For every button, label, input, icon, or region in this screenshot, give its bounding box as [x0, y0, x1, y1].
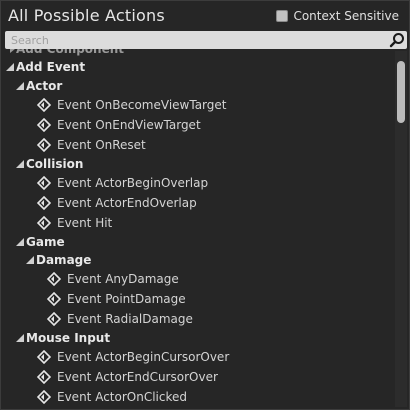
- scrollbar-thumb[interactable]: [397, 61, 405, 123]
- menu-header: All Possible Actions Context Sensitive: [1, 1, 409, 31]
- tree-category-label: Collision: [26, 157, 84, 171]
- menu-title: All Possible Actions: [8, 6, 165, 25]
- tree-category-label: Add Event: [16, 60, 86, 74]
- event-node-icon: [47, 292, 61, 306]
- tree-category-game[interactable]: Game: [1, 232, 393, 252]
- event-node-icon: [37, 138, 51, 152]
- tree-category-mouse-input[interactable]: Mouse Input: [1, 328, 393, 348]
- tree-item-label: Event ActorBeginOverlap: [57, 176, 209, 190]
- triangle-expanded-icon: [16, 334, 24, 342]
- tree-category-label: Actor: [26, 79, 63, 93]
- tree-item-label: Event Hit: [57, 216, 113, 230]
- tree-category-actor[interactable]: Actor: [1, 76, 393, 96]
- search-input[interactable]: [5, 31, 385, 49]
- tree-item-label: Event ActorEndCursorOver: [57, 370, 218, 384]
- tree-item-event[interactable]: Event RadialDamage: [1, 309, 393, 329]
- tree-item-event[interactable]: Event OnEndViewTarget: [1, 115, 393, 135]
- tree-category-damage[interactable]: Damage: [1, 250, 393, 270]
- collapsed-triangle-icon: [10, 49, 15, 53]
- tree-category-label: Damage: [36, 253, 92, 267]
- tree-item-event[interactable]: Event AnyDamage: [1, 269, 393, 289]
- tree-item-event[interactable]: Event ActorEndOverlap: [1, 193, 393, 213]
- tree-item-label: Event ActorEndOverlap: [57, 196, 197, 210]
- tree-item-event[interactable]: Event ActorBeginOverlap: [1, 173, 393, 193]
- tree-category-collision[interactable]: Collision: [1, 154, 393, 174]
- tree-item-label: Event OnEndViewTarget: [57, 118, 201, 132]
- event-node-icon: [47, 272, 61, 286]
- action-menu-panel: All Possible Actions Context Sensitive A…: [0, 0, 410, 410]
- event-node-icon: [37, 350, 51, 364]
- tree-item-label: Event AnyDamage: [67, 272, 179, 286]
- tree-category-add-event[interactable]: Add Event: [1, 57, 393, 77]
- tree-category-label: Game: [26, 235, 65, 249]
- event-node-icon: [37, 176, 51, 190]
- event-node-icon: [47, 312, 61, 326]
- event-node-icon: [37, 370, 51, 384]
- tree-item-event[interactable]: Event PointDamage: [1, 289, 393, 309]
- search-icon[interactable]: [389, 32, 405, 48]
- tree-item-label: Event RadialDamage: [67, 312, 193, 326]
- triangle-expanded-icon: [6, 63, 14, 71]
- context-sensitive-checkbox[interactable]: [276, 10, 289, 22]
- context-sensitive-toggle[interactable]: Context Sensitive: [276, 8, 399, 24]
- vertical-scrollbar[interactable]: [395, 51, 407, 407]
- event-node-icon: [37, 118, 51, 132]
- context-sensitive-label: Context Sensitive: [293, 9, 399, 23]
- tree-item-event[interactable]: Event Hit: [1, 213, 393, 233]
- event-node-icon: [37, 196, 51, 210]
- tree-item-label: Event PointDamage: [67, 292, 186, 306]
- triangle-expanded-icon: [16, 160, 24, 168]
- tree-item-label: Event ActorBeginCursorOver: [57, 350, 230, 364]
- search-box: [5, 31, 407, 49]
- event-node-icon: [37, 390, 51, 404]
- tree-item-event[interactable]: Event OnReset: [1, 135, 393, 155]
- tree-item-event[interactable]: Event ActorOnClicked: [1, 387, 393, 407]
- tree-category-label: Mouse Input: [26, 331, 111, 345]
- tree-item-label: Event OnReset: [57, 138, 146, 152]
- event-node-icon: [37, 98, 51, 112]
- triangle-expanded-icon: [16, 82, 24, 90]
- action-tree: Add Component Add Event Actor Event OnBe…: [1, 49, 393, 409]
- tree-item-event[interactable]: Event ActorEndCursorOver: [1, 367, 393, 387]
- event-node-icon: [37, 216, 51, 230]
- triangle-expanded-icon: [16, 238, 24, 246]
- triangle-expanded-icon: [26, 256, 34, 264]
- tree-item-event[interactable]: Event ActorBeginCursorOver: [1, 347, 393, 367]
- tree-item-event[interactable]: Event OnBecomeViewTarget: [1, 95, 393, 115]
- tree-item-label: Event ActorOnClicked: [57, 390, 187, 404]
- tree-item-label: Event OnBecomeViewTarget: [57, 98, 227, 112]
